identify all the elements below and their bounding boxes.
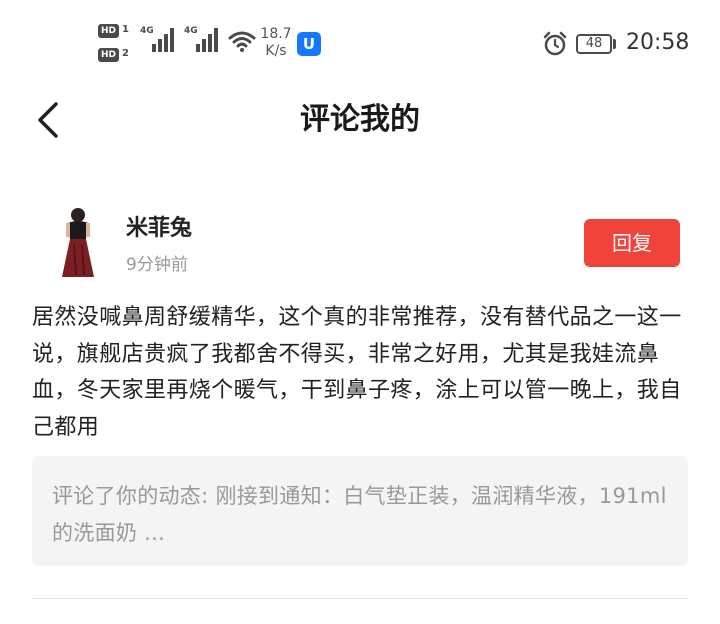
alarm-icon: [543, 31, 567, 56]
app-notification-icon: U: [297, 32, 321, 56]
battery-icon: 48: [576, 34, 612, 54]
battery-tip: [613, 39, 616, 49]
hd2-badge: HD: [98, 48, 120, 62]
divider: [32, 598, 688, 599]
user-avatar-image: [48, 205, 108, 280]
hd-indicator: HD 1 HD 2: [98, 24, 134, 64]
comment-time: 9分钟前: [126, 255, 188, 275]
username[interactable]: 米菲兔: [126, 210, 192, 242]
quoted-post-text: 评论了你的动态: 刚接到通知：白气垫正装，温润精华液，191ml的洗面奶 ...: [52, 484, 667, 545]
speed-value: 18.7: [260, 26, 292, 42]
hd1-badge: HD: [98, 24, 120, 38]
page-title: 评论我的: [300, 102, 420, 137]
avatar[interactable]: [48, 205, 108, 280]
reply-button[interactable]: 回复: [584, 219, 680, 267]
speed-unit: K/s: [265, 43, 287, 59]
sim1-number: 1: [122, 24, 129, 35]
network-speed: 18.7 K/s: [259, 26, 293, 60]
comment-text: 居然没喊鼻周舒缓精华，这个真的非常推荐，没有替代品之一这一说，旗舰店贵疯了我都舍…: [32, 305, 682, 440]
sim2-number: 2: [122, 48, 129, 59]
wifi-icon: [228, 31, 256, 52]
status-time: 20:58: [626, 30, 690, 55]
quoted-post[interactable]: 评论了你的动态: 刚接到通知：白气垫正装，温润精华液，191ml的洗面奶 ...: [32, 456, 688, 566]
status-bar: HD 1 HD 2 4G 4G 18.7 K/s U 48 20:58: [0, 0, 720, 90]
